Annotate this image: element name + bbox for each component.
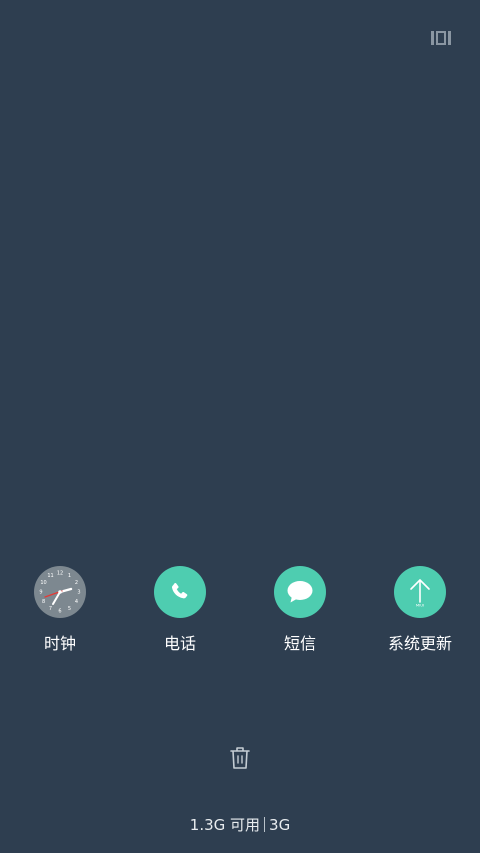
clock-icon: 12 1 2 3 4 5 6 7 8 9 10 11 (34, 566, 86, 618)
clock-numeral: 6 (58, 609, 61, 615)
app-system-update[interactable]: MIUI 系统更新 (360, 566, 480, 654)
clock-face: 12 12 3 45 6789 1011 (39, 571, 80, 615)
clock-numeral: 2 (75, 580, 78, 586)
clock-numeral: 8 (42, 599, 45, 605)
clock-numeral: 7 (49, 606, 52, 612)
clock-numeral: 9 (39, 590, 42, 596)
app-label-clock: 时钟 (43, 634, 76, 653)
memory-total: 3G (269, 816, 291, 834)
trash-icon (230, 747, 250, 769)
update-badge-text: MIUI (416, 603, 424, 608)
clock-numeral: 1 (68, 573, 71, 579)
clock-numeral: 4 (75, 599, 78, 605)
clock-numeral: 12 (57, 571, 63, 577)
app-messages[interactable]: 短信 (240, 566, 360, 654)
clock-numeral: 5 (68, 606, 71, 612)
app-label-system-update: 系统更新 (387, 634, 452, 653)
app-phone[interactable]: 电话 (120, 566, 240, 654)
clock-numeral: 11 (47, 573, 53, 579)
recent-apps-row: 12 1 2 3 4 5 6 7 8 9 10 11 时钟 电话 短信 MIUI… (0, 566, 480, 666)
memory-indicator: 1.3G 可用 3G (0, 815, 480, 835)
app-label-phone: 电话 (163, 634, 196, 653)
view-toggle-button[interactable] (428, 28, 454, 48)
clear-all-button[interactable] (226, 744, 254, 772)
message-icon (274, 566, 326, 618)
app-clock[interactable]: 12 1 2 3 4 5 6 7 8 9 10 11 时钟 (0, 566, 120, 654)
app-label-messages: 短信 (283, 634, 316, 653)
system-update-icon: MIUI (394, 566, 446, 618)
memory-separator (264, 817, 266, 832)
phone-icon (154, 566, 206, 618)
memory-available: 1.3G 可用 (189, 816, 261, 834)
clock-numeral: 3 (77, 590, 80, 596)
clock-numeral: 10 (40, 580, 46, 586)
grid-view-icon (431, 31, 451, 45)
